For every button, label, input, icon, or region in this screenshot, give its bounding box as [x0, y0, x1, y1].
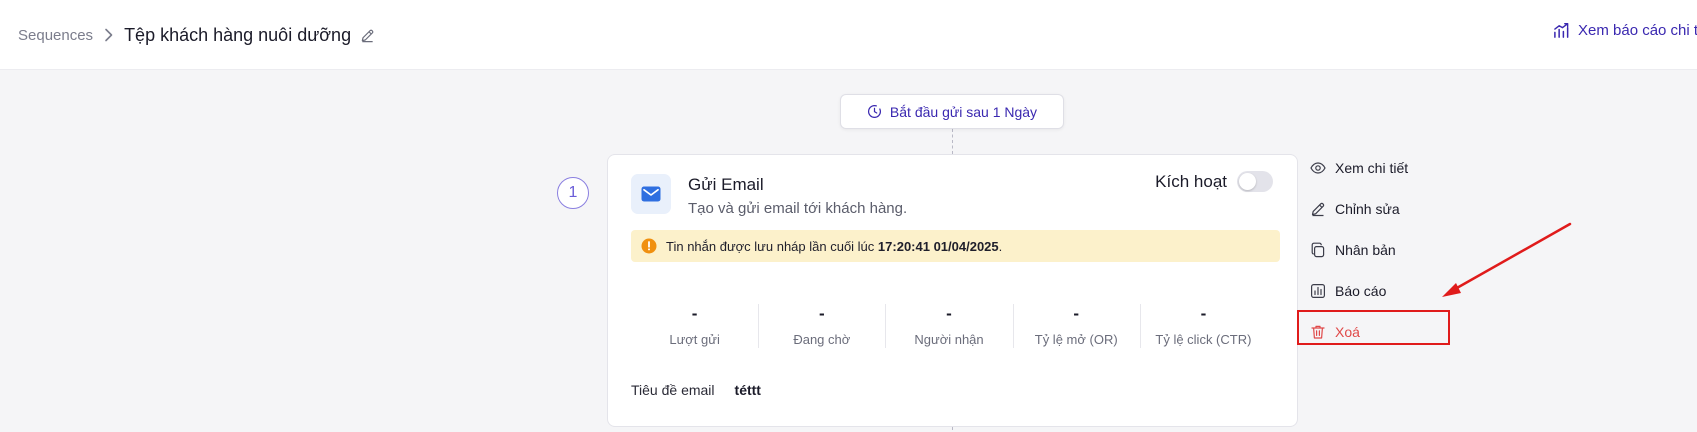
flow-connector	[952, 427, 953, 432]
stat-value: -	[818, 304, 825, 323]
stat-value: -	[691, 304, 698, 323]
draft-period: .	[998, 238, 1003, 254]
mail-icon	[641, 186, 661, 202]
stat-sent: - Lượt gửi	[631, 302, 758, 352]
stat-label: Tỷ lệ mở (OR)	[1034, 332, 1118, 347]
subject-label: Tiêu đề email	[631, 382, 715, 398]
sequence-canvas: Bắt đầu gửi sau 1 Ngày 1 Gửi Email Tạo v…	[0, 71, 1697, 432]
stat-label: Lượt gửi	[669, 332, 720, 347]
pencil-icon	[361, 29, 374, 42]
activate-toggle[interactable]	[1237, 171, 1273, 192]
start-delay-button[interactable]: Bắt đầu gửi sau 1 Ngày	[840, 94, 1064, 129]
view-report-link[interactable]: Xem báo cáo chi tiết	[1553, 22, 1697, 39]
top-header: Sequences Tệp khách hàng nuôi dưỡng Xem …	[0, 0, 1697, 70]
warning-icon	[641, 238, 657, 254]
draft-timestamp: 17:20:41 01/04/2025	[877, 238, 999, 254]
action-label: Nhân bản	[1335, 242, 1396, 258]
email-step-icon	[631, 174, 671, 214]
action-label: Xem chi tiết	[1335, 160, 1409, 176]
stat-label: Đang chờ	[793, 332, 851, 347]
stat-value: -	[1073, 304, 1080, 323]
subject-value: téttt	[734, 382, 761, 398]
toggle-knob	[1239, 173, 1256, 190]
page-title: Tệp khách hàng nuôi dưỡng	[124, 24, 352, 45]
activate-control: Kích hoạt	[1155, 171, 1273, 192]
stat-click-rate: - Tỷ lệ click (CTR)	[1139, 302, 1267, 352]
stat-value: -	[946, 304, 952, 323]
pencil-icon	[1311, 202, 1325, 217]
breadcrumb-sequences-link[interactable]: Sequences	[18, 27, 93, 44]
stat-open-rate: - Tỷ lệ mở (OR)	[1012, 302, 1140, 352]
stat-pending: - Đang chờ	[758, 302, 885, 352]
action-label: Chỉnh sửa	[1335, 201, 1400, 217]
step-stats: - Lượt gửi - Đang chờ - Người nhận - Tỷ …	[631, 302, 1267, 352]
stat-value: -	[1200, 304, 1207, 323]
activate-label: Kích hoạt	[1155, 171, 1227, 191]
email-step-card[interactable]: Gửi Email Tạo và gửi email tới khách hàn…	[607, 154, 1298, 427]
copy-icon	[1311, 242, 1325, 258]
stat-label: Người nhận	[914, 332, 984, 347]
breadcrumb: Sequences Tệp khách hàng nuôi dưỡng	[18, 22, 375, 48]
highlight-box	[1297, 310, 1450, 345]
flow-connector	[952, 129, 953, 154]
draft-notice: Tin nhắn được lưu nháp lần cuối lúc 17:2…	[631, 230, 1280, 262]
start-delay-label: Bắt đầu gửi sau 1 Ngày	[889, 103, 1038, 120]
action-label: Báo cáo	[1335, 283, 1387, 299]
action-view-details[interactable]: Xem chi tiết	[1310, 152, 1460, 184]
view-report-label: Xem báo cáo chi tiết	[1578, 22, 1697, 39]
email-subject-row: Tiêu đề email téttt	[631, 382, 761, 398]
step-title: Gửi Email	[688, 175, 764, 194]
stat-label: Tỷ lệ click (CTR)	[1155, 332, 1252, 347]
draft-notice-text: Tin nhắn được lưu nháp lần cuối lúc	[666, 238, 875, 254]
step-number-badge: 1	[557, 177, 589, 209]
stat-recipients: - Người nhận	[885, 302, 1012, 352]
edit-title-button[interactable]	[360, 28, 375, 43]
step-description: Tạo và gửi email tới khách hàng.	[688, 200, 908, 217]
chevron-right-icon	[104, 28, 113, 42]
clock-icon	[867, 104, 881, 119]
eye-icon	[1310, 162, 1326, 174]
report-icon	[1311, 284, 1326, 299]
annotation-arrow-icon	[1442, 222, 1572, 297]
chart-up-icon	[1554, 22, 1569, 38]
